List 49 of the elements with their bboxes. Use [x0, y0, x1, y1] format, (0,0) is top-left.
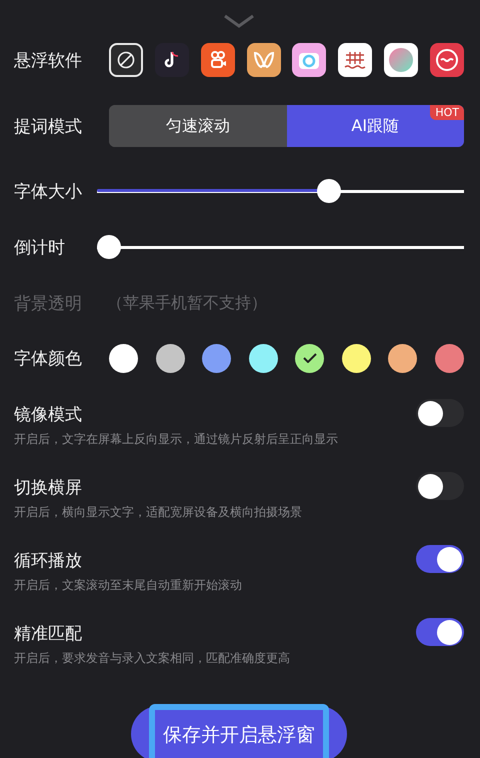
grid-icon — [343, 49, 368, 71]
save-button[interactable]: 保存并开启悬浮窗 — [149, 704, 329, 758]
setting-description: 开启后，文字在屏幕上反向显示，通过镜片反射后呈正向显示 — [14, 431, 339, 448]
color-swatch[interactable] — [434, 344, 464, 372]
setting-title: 精准匹配 — [14, 623, 83, 645]
prohibited-icon — [117, 51, 135, 69]
row-label: 背景透明 — [14, 292, 83, 314]
toggle-switch[interactable] — [416, 399, 464, 427]
app-option[interactable] — [200, 43, 235, 77]
row-label: 字体大小 — [14, 180, 83, 202]
toggle-switch[interactable] — [416, 545, 464, 573]
toggle-switch[interactable] — [416, 472, 464, 500]
setting-title: 切换横屏 — [14, 477, 83, 499]
row-label: 悬浮软件 — [14, 50, 83, 72]
color-swatch[interactable] — [156, 344, 185, 372]
color-swatch[interactable] — [202, 344, 232, 372]
row-label: 提词模式 — [14, 116, 83, 138]
app-option[interactable] — [292, 43, 326, 77]
setting-title: 镜像模式 — [14, 404, 83, 426]
slider-thumb[interactable] — [316, 179, 341, 203]
setting-title: 循环播放 — [14, 550, 83, 572]
row-label: 字体颜色 — [14, 348, 83, 370]
color-swatch[interactable] — [295, 344, 324, 372]
mode-tab[interactable]: AI跟随 HOT — [286, 105, 464, 147]
setting-description: 开启后，要求发音与录入文案相同，匹配准确度更高 — [14, 650, 291, 667]
app-option[interactable] — [430, 43, 464, 77]
setting-description: 开启后，文案滚动至末尾自动重新开始滚动 — [14, 577, 243, 594]
app-option[interactable] — [246, 43, 281, 77]
face-icon — [434, 48, 459, 72]
music-note-icon — [162, 50, 181, 70]
app-option[interactable] — [154, 43, 189, 77]
unsupported-note: （苹果手机暂不支持） — [107, 292, 267, 314]
row-label: 倒计时 — [14, 236, 66, 258]
color-swatch[interactable] — [388, 344, 418, 372]
hot-badge: HOT — [430, 105, 464, 120]
color-swatch[interactable] — [248, 344, 278, 372]
color-swatch[interactable] — [342, 344, 371, 372]
app-option[interactable] — [109, 43, 143, 77]
checkmark-icon — [302, 353, 317, 363]
color-swatch[interactable] — [109, 344, 138, 372]
butterfly-icon — [252, 51, 275, 69]
toggle-switch[interactable] — [416, 618, 464, 646]
app-option[interactable] — [338, 43, 372, 77]
slider-thumb[interactable] — [97, 235, 121, 259]
gradient-circle-icon — [388, 47, 414, 73]
setting-description: 开启后，横向显示文字，适配宽屏设备及横向拍摄场景 — [14, 504, 303, 521]
app-option[interactable] — [384, 43, 418, 77]
collapse-chevron-icon[interactable] — [223, 14, 255, 28]
ring-icon — [298, 50, 320, 70]
